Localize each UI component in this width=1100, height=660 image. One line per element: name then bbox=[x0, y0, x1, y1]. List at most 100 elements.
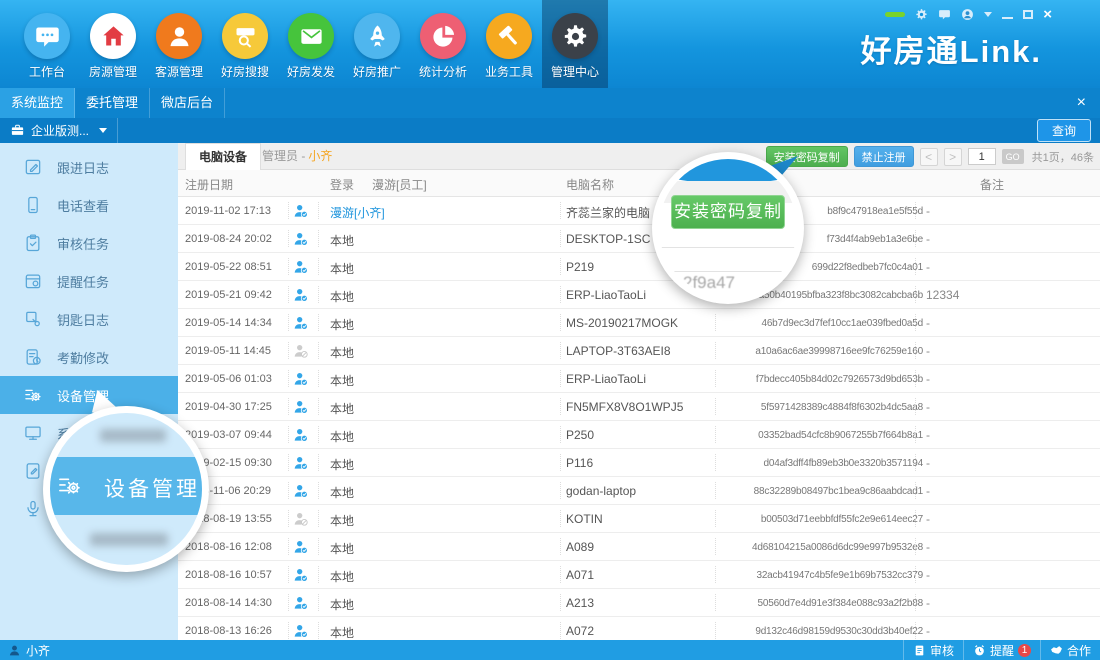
column-separator bbox=[288, 622, 289, 639]
next-page-button[interactable]: > bbox=[944, 148, 962, 166]
cell-roam: 本地 bbox=[330, 540, 354, 557]
user-icon bbox=[8, 644, 21, 657]
statusbar-item-提醒[interactable]: 提醒1 bbox=[963, 640, 1040, 660]
close-module-icon[interactable]: × bbox=[1073, 88, 1090, 118]
clipboard-check-icon bbox=[23, 233, 43, 253]
org-dropdown[interactable]: 企业版测... bbox=[0, 118, 118, 143]
tab-computer-devices[interactable]: 电脑设备 bbox=[185, 143, 261, 170]
cell-machine-code: d04af3dff4fb89eb3b0e3320b3571194 bbox=[723, 458, 923, 469]
nav-item-好房搜搜[interactable]: 好房搜搜 bbox=[212, 0, 278, 88]
main-nav: 工作台房源管理客源管理好房搜搜好房发发好房推广统计分析业务工具管理中心 bbox=[14, 0, 608, 88]
column-separator bbox=[915, 258, 916, 275]
nav-item-房源管理[interactable]: 房源管理 bbox=[80, 0, 146, 88]
nav-item-管理中心[interactable]: 管理中心 bbox=[542, 0, 608, 88]
phone-icon bbox=[23, 195, 43, 215]
cell-roam[interactable]: 漫游[小齐] bbox=[330, 204, 385, 221]
query-button[interactable]: 查询 bbox=[1037, 119, 1091, 142]
module-tab-委托管理[interactable]: 委托管理 bbox=[75, 88, 150, 118]
cell-computer-name: ERP-LiaoTaoLi bbox=[566, 372, 646, 386]
module-tab-微店后台[interactable]: 微店后台 bbox=[150, 88, 225, 118]
column-separator bbox=[288, 230, 289, 247]
column-separator bbox=[288, 426, 289, 443]
nav-item-工作台[interactable]: 工作台 bbox=[14, 0, 80, 88]
sidebar-item-钥匙日志[interactable]: 钥匙日志 bbox=[0, 300, 178, 338]
table-row[interactable]: 2018-08-16 10:57本地A07132acb41947c4b5fe9e… bbox=[178, 561, 1100, 589]
admin-info: 管理员 -小齐 bbox=[262, 143, 332, 170]
column-separator bbox=[560, 538, 561, 555]
table-row[interactable]: 2019-04-30 17:25本地FN5MFX8V8O1WPJ55f59714… bbox=[178, 393, 1100, 421]
column-separator bbox=[288, 286, 289, 303]
cell-roam: 本地 bbox=[330, 624, 354, 640]
column-separator bbox=[288, 538, 289, 555]
page-input[interactable] bbox=[968, 148, 996, 165]
table-row[interactable]: 2019-05-11 14:45本地LAPTOP-3T63AEI8a10a6ac… bbox=[178, 337, 1100, 365]
table-row[interactable]: 2018-11-06 20:29本地godan-laptop88c32289b0… bbox=[178, 477, 1100, 505]
nav-item-业务工具[interactable]: 业务工具 bbox=[476, 0, 542, 88]
cell-machine-code: f7bdecc405b84d02c7926573d9bd653b bbox=[723, 374, 923, 385]
nav-item-label: 管理中心 bbox=[542, 63, 608, 80]
table-row[interactable]: 2019-11-02 17:13漫游[小齐]齐蕊兰家的电脑b8f9c47918e… bbox=[178, 197, 1100, 225]
sidebar-item-跟进日志[interactable]: 跟进日志 bbox=[0, 148, 178, 186]
sidebar-item-提醒任务[interactable]: 提醒任务 bbox=[0, 262, 178, 300]
message-icon[interactable] bbox=[938, 8, 951, 21]
column-separator bbox=[915, 510, 916, 527]
login-ok-icon bbox=[293, 371, 309, 390]
cell-machine-code: 9d132c46d98159d9530c30dd3b40ef22 bbox=[723, 626, 923, 637]
settings-icon[interactable] bbox=[915, 8, 928, 21]
statusbar-item-合作[interactable]: 合作 bbox=[1040, 640, 1100, 660]
cell-roam: 本地 bbox=[330, 512, 354, 529]
table-row[interactable]: 2019-03-07 09:44本地P25003352bad54cfc8b906… bbox=[178, 421, 1100, 449]
module-tab-系统监控[interactable]: 系统监控 bbox=[0, 88, 75, 118]
nav-item-好房推广[interactable]: 好房推广 bbox=[344, 0, 410, 88]
login-ok-icon bbox=[293, 623, 309, 640]
table-row[interactable]: 2019-05-21 09:42本地ERP-LiaoTaoLia50b40195… bbox=[178, 281, 1100, 309]
table-row[interactable]: 2018-08-14 14:30本地A21350560d7e4d91e3f384… bbox=[178, 589, 1100, 617]
prev-page-button[interactable]: < bbox=[920, 148, 938, 166]
maximize-button[interactable] bbox=[1023, 10, 1033, 19]
avatar-icon[interactable] bbox=[961, 8, 974, 21]
forbid-register-button[interactable]: 禁止注册 bbox=[854, 146, 914, 167]
column-separator bbox=[715, 426, 716, 443]
column-separator bbox=[288, 454, 289, 471]
sidebar-item-电话查看[interactable]: 电话查看 bbox=[0, 186, 178, 224]
column-separator bbox=[915, 202, 916, 219]
nav-item-客源管理[interactable]: 客源管理 bbox=[146, 0, 212, 88]
column-separator bbox=[318, 342, 319, 359]
nav-item-好房发发[interactable]: 好房发发 bbox=[278, 0, 344, 88]
table-row[interactable]: 2018-08-16 12:08本地A0894d68104215a0086d6d… bbox=[178, 533, 1100, 561]
table-row[interactable]: 2019-05-14 14:34本地MS-20190217MOGK46b7d9e… bbox=[178, 309, 1100, 337]
cell-register-date: 2019-05-11 14:45 bbox=[185, 345, 271, 357]
table-row[interactable]: 2018-08-13 16:26本地A0729d132c46d98159d953… bbox=[178, 617, 1100, 640]
column-separator bbox=[560, 370, 561, 387]
table-row[interactable]: 2018-08-19 13:55本地KOTINb00503d71eebbfdf5… bbox=[178, 505, 1100, 533]
column-separator bbox=[915, 426, 916, 443]
table-row[interactable]: 2019-02-15 09:30本地P116d04af3dff4fb89eb3b… bbox=[178, 449, 1100, 477]
column-separator bbox=[318, 314, 319, 331]
table-row[interactable]: 2019-05-22 08:51本地P219699d22f8edbeb7fc0c… bbox=[178, 253, 1100, 281]
cell-remark: - bbox=[926, 316, 930, 330]
toolbar-magnifier: 安装密码复制 2f9a47 bbox=[652, 152, 804, 304]
chat-icon bbox=[24, 13, 70, 59]
current-user[interactable]: 小齐 bbox=[0, 642, 50, 659]
login-ok-icon bbox=[293, 203, 309, 222]
column-separator bbox=[715, 622, 716, 639]
sidebar-item-审核任务[interactable]: 审核任务 bbox=[0, 224, 178, 262]
minimize-button[interactable] bbox=[1002, 17, 1013, 19]
statusbar-item-审核[interactable]: 审核 bbox=[903, 640, 963, 660]
sidebar-item-考勤修改[interactable]: 考勤修改 bbox=[0, 338, 178, 376]
table-row[interactable]: 2019-08-24 20:02本地DESKTOP-1SCf73d4f4ab9e… bbox=[178, 225, 1100, 253]
close-button[interactable]: × bbox=[1043, 8, 1052, 21]
sidebar-item-设备管理[interactable]: 设备管理 bbox=[0, 376, 178, 414]
cell-computer-name: godan-laptop bbox=[566, 484, 636, 498]
sidebar-item-label: 审核任务 bbox=[57, 234, 109, 253]
status-indicator-icon[interactable] bbox=[885, 12, 905, 17]
login-ok-icon bbox=[293, 539, 309, 558]
table-row[interactable]: 2019-05-06 01:03本地ERP-LiaoTaoLif7bdecc40… bbox=[178, 365, 1100, 393]
column-separator bbox=[715, 594, 716, 611]
nav-item-统计分析[interactable]: 统计分析 bbox=[410, 0, 476, 88]
go-button[interactable]: GO bbox=[1002, 149, 1024, 164]
nav-item-label: 统计分析 bbox=[410, 63, 476, 80]
chevron-down-icon[interactable] bbox=[984, 12, 992, 17]
col-computer-name: 电脑名称 bbox=[566, 176, 614, 193]
column-separator bbox=[915, 398, 916, 415]
